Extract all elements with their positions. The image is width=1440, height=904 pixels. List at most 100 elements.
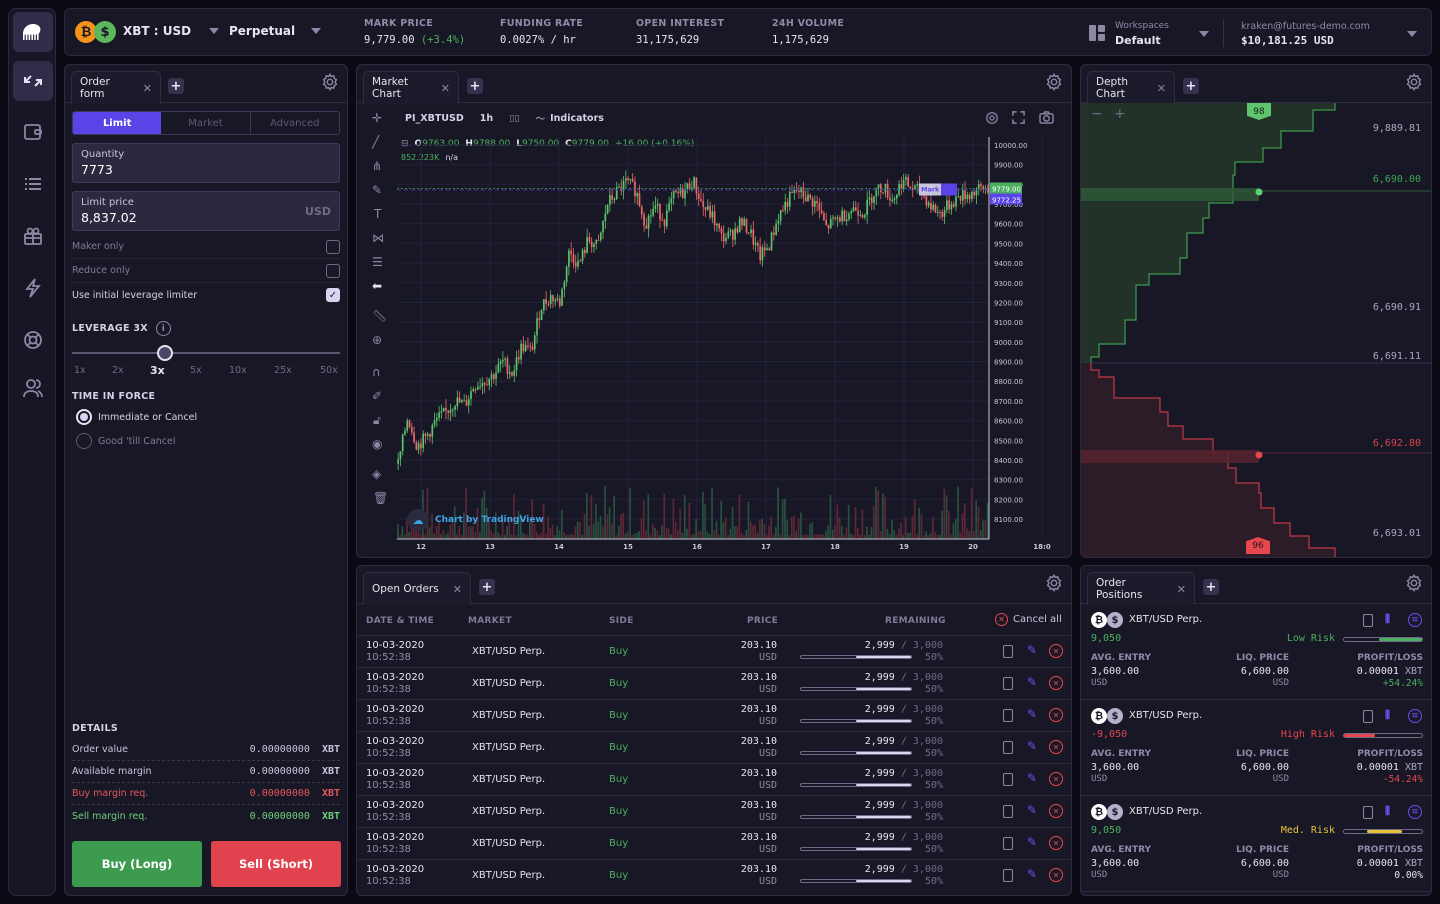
details-doc-icon[interactable] — [1003, 869, 1013, 882]
nav-account[interactable] — [13, 368, 53, 408]
nav-rewards[interactable] — [13, 216, 53, 256]
order-type-advanced[interactable]: Advanced — [249, 112, 339, 134]
gear-icon[interactable] — [1405, 73, 1423, 91]
tab-open-orders[interactable]: Open Orders ✕ — [363, 572, 471, 605]
cancel-order-icon[interactable]: ✕ — [1049, 708, 1063, 722]
split-position-icon[interactable]: ⫴ — [1385, 612, 1390, 627]
close-position-icon[interactable]: ≡ — [1408, 709, 1422, 723]
add-tab-button[interactable]: + — [1183, 78, 1199, 94]
back-arrow-icon[interactable]: ⬅ — [372, 279, 382, 293]
details-doc-icon[interactable] — [1003, 677, 1013, 690]
gear-icon[interactable] — [321, 73, 339, 91]
position-card[interactable]: ₿ $ XBT/USD Perp. ⫴ ≡ 9,050 Med. Risk AVG. ENTR… — [1081, 796, 1431, 892]
lock-drawing-icon[interactable]: ✐ — [372, 389, 382, 403]
column-header-market[interactable]: MARKET — [468, 616, 512, 626]
candlestick-chart[interactable]: 8100.00 8200.00 8300.00 8400.00 8500.00 8600.… — [397, 137, 1069, 549]
cancel-order-icon[interactable]: ✕ — [1049, 676, 1063, 690]
option-reduce-only[interactable]: Reduce only — [72, 259, 340, 283]
edit-pencil-icon[interactable]: ✎ — [1027, 803, 1037, 817]
order-row[interactable]: 10-03-2020 10:52:38 XBT/USD Perp. Buy 203.10… — [357, 795, 1071, 827]
checkbox-checked[interactable]: ✓ — [326, 288, 340, 302]
slider-handle[interactable] — [157, 345, 173, 361]
edit-pencil-icon[interactable]: ✎ — [1027, 643, 1037, 657]
cancel-order-icon[interactable]: ✕ — [1049, 644, 1063, 658]
tab-order-form[interactable]: Order form ✕ — [71, 71, 161, 104]
nav-wallet[interactable] — [13, 112, 53, 152]
radio[interactable] — [76, 433, 92, 449]
order-row[interactable]: 10-03-2020 10:52:38 XBT/USD Perp. Buy 203.10… — [357, 827, 1071, 859]
details-doc-icon[interactable] — [1363, 614, 1373, 627]
nav-support[interactable] — [13, 320, 53, 360]
position-card[interactable]: ₿ $ XBT/USD Perp. ⫴ ≡ 9,050 Low Risk AVG. ENTRY… — [1081, 604, 1431, 700]
add-tab-button[interactable]: + — [467, 78, 483, 94]
zoom-out-button[interactable]: − — [1091, 106, 1103, 122]
tick-selected[interactable]: 3x — [150, 364, 165, 377]
brush-icon[interactable]: ✎ — [372, 183, 382, 197]
edit-pencil-icon[interactable]: ✎ — [1027, 739, 1037, 753]
zoom-in-button[interactable]: + — [1114, 106, 1126, 122]
cancel-order-icon[interactable]: ✕ — [1049, 868, 1063, 882]
column-header-side[interactable]: SIDE — [609, 616, 634, 626]
radio-selected[interactable] — [76, 409, 92, 425]
details-doc-icon[interactable] — [1003, 741, 1013, 754]
details-doc-icon[interactable] — [1003, 645, 1013, 658]
candle-type-icon[interactable]: ▯▯ — [509, 113, 519, 124]
details-doc-icon[interactable] — [1003, 773, 1013, 786]
cancel-order-icon[interactable]: ✕ — [1049, 740, 1063, 754]
order-row[interactable]: 10-03-2020 10:52:38 XBT/USD Perp. Buy 203.10… — [357, 763, 1071, 795]
lock-icon[interactable]: 🔓︎ — [373, 413, 381, 428]
close-icon[interactable]: ✕ — [1177, 583, 1186, 596]
contract-selector[interactable]: Perpetual — [229, 24, 322, 38]
interval-selector[interactable]: 1h — [480, 113, 493, 124]
cancel-order-icon[interactable]: ✕ — [1049, 804, 1063, 818]
close-position-icon[interactable]: ≡ — [1408, 805, 1422, 819]
chart-settings-icon[interactable] — [985, 111, 999, 125]
account-menu[interactable]: kraken@futures-demo.com $10,181.25 USD — [1241, 17, 1421, 49]
nav-trade[interactable] — [13, 61, 53, 101]
tick[interactable]: 5x — [190, 365, 202, 376]
magnet-icon[interactable]: ∩ — [372, 365, 381, 379]
column-header-remaining[interactable]: REMAINING — [885, 616, 946, 626]
details-doc-icon[interactable] — [1003, 709, 1013, 722]
workspace-selector[interactable]: Workspaces Default — [1087, 17, 1213, 49]
quantity-field[interactable]: Quantity 7773 — [72, 143, 340, 183]
option-leverage-limiter[interactable]: Use initial leverage limiter ✓ — [72, 283, 340, 307]
details-doc-icon[interactable] — [1003, 837, 1013, 850]
edit-pencil-icon[interactable]: ✎ — [1027, 867, 1037, 881]
order-type-limit[interactable]: Limit — [73, 112, 162, 134]
info-icon[interactable]: i — [155, 321, 171, 336]
close-icon[interactable]: ✕ — [453, 583, 462, 596]
tick[interactable]: 25x — [274, 365, 292, 376]
close-icon[interactable]: ✕ — [143, 82, 152, 95]
cancel-order-icon[interactable]: ✕ — [1049, 772, 1063, 786]
trendline-icon[interactable]: ╱ — [372, 135, 379, 149]
tab-market-chart[interactable]: Market Chart ✕ — [363, 71, 459, 104]
pair-selector[interactable]: XBT : USD — [123, 24, 220, 38]
details-doc-icon[interactable] — [1363, 710, 1373, 723]
close-icon[interactable]: ✕ — [1157, 82, 1166, 95]
nav-flash[interactable] — [13, 268, 53, 308]
split-position-icon[interactable]: ⫴ — [1385, 804, 1390, 819]
gear-icon[interactable] — [1405, 574, 1423, 592]
eye-icon[interactable]: ◉ — [372, 437, 382, 451]
details-doc-icon[interactable] — [1363, 806, 1373, 819]
tick[interactable]: 50x — [320, 365, 338, 376]
pitchfork-icon[interactable]: ⋔ — [372, 159, 382, 173]
ruler-icon[interactable]: 📏︎ — [372, 309, 387, 323]
order-row[interactable]: 10-03-2020 10:52:38 XBT/USD Perp. Buy 203.10… — [357, 699, 1071, 731]
add-tab-button[interactable]: + — [479, 579, 495, 595]
order-row[interactable]: 10-03-2020 10:52:38 XBT/USD Perp. Buy 203.10… — [357, 635, 1071, 667]
tick[interactable]: 1x — [74, 365, 86, 376]
details-doc-icon[interactable] — [1003, 805, 1013, 818]
checkbox[interactable] — [326, 263, 340, 278]
close-icon[interactable]: ✕ — [441, 82, 450, 95]
edit-pencil-icon[interactable]: ✎ — [1027, 707, 1037, 721]
order-row[interactable]: 10-03-2020 10:52:38 XBT/USD Perp. Buy 203.10… — [357, 667, 1071, 699]
tick[interactable]: 2x — [112, 365, 124, 376]
gear-icon[interactable] — [1045, 73, 1063, 91]
measure-icon[interactable]: ☰ — [372, 255, 383, 269]
zoom-in-icon[interactable]: ⊕ — [372, 333, 382, 347]
buy-long-button[interactable]: Buy (Long) — [72, 841, 202, 887]
cancel-order-icon[interactable]: ✕ — [1049, 836, 1063, 850]
camera-icon[interactable] — [1039, 111, 1054, 124]
